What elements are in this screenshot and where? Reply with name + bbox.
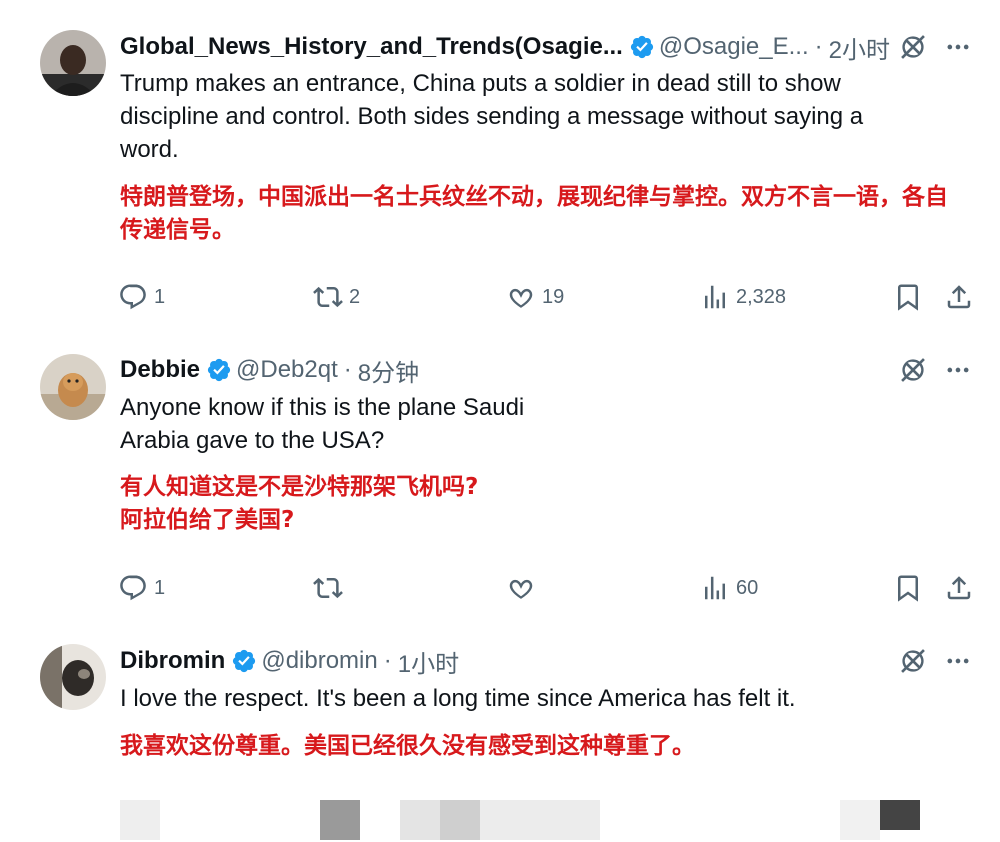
more-icon[interactable]: [944, 355, 972, 385]
avatar-image: [40, 354, 106, 420]
retweet-button[interactable]: 2: [313, 280, 360, 314]
avatar[interactable]: [40, 354, 106, 420]
tweet-translation: 特朗普登场，中国派出一名士兵纹丝不动，展现纪律与掌控。双方不言一语，各自传递信号…: [120, 184, 948, 243]
tweet-text: Anyone know if this is the plane Saudi A…: [120, 391, 920, 457]
share-button[interactable]: [944, 280, 974, 314]
more-icon[interactable]: [944, 646, 972, 676]
views-icon: [700, 573, 730, 603]
avatar-image: [40, 644, 106, 710]
tweet-translation: 我喜欢这份尊重。美国已经很久没有感受到这种尊重了。: [120, 733, 695, 759]
more-icon[interactable]: [944, 32, 972, 62]
tweet-translation-line: 阿拉伯给了美国?: [120, 507, 295, 533]
timestamp[interactable]: 1小时: [398, 644, 459, 679]
display-name[interactable]: Debbie: [120, 356, 200, 384]
grok-icon[interactable]: [898, 32, 928, 62]
reply-count: 1: [154, 285, 166, 308]
retweet-icon: [313, 573, 343, 603]
separator-dot: ·: [814, 33, 823, 60]
tweet-text: Trump makes an entrance, China puts a so…: [120, 70, 864, 163]
verified-badge-icon: [231, 648, 257, 674]
views-count: 60: [736, 576, 759, 599]
bookmark-icon: [893, 282, 923, 312]
tweet-translation: 有人知道这是不是沙特那架飞机吗? 阿拉伯给了美国?: [120, 471, 960, 537]
avatar-image: [40, 30, 106, 96]
tweet-translation-line: 有人知道这是不是沙特那架飞机吗?: [120, 474, 479, 500]
tweet-text-line: Arabia gave to the USA?: [120, 427, 385, 454]
blurred-content-strip: [0, 800, 1000, 840]
views-count: 2,328: [736, 285, 787, 308]
user-handle[interactable]: @dibromin: [261, 647, 377, 675]
avatar[interactable]: [40, 644, 106, 710]
display-name[interactable]: Global_News_History_and_Trends(Osagie...: [120, 33, 623, 61]
verified-badge-icon: [629, 34, 655, 60]
share-icon: [944, 573, 974, 603]
reply-icon: [118, 573, 148, 603]
retweet-count: 2: [349, 285, 361, 308]
user-handle[interactable]: @Osagie_E...: [659, 33, 809, 61]
like-icon: [506, 573, 536, 603]
reply-count: 1: [154, 576, 166, 599]
separator-dot: ·: [383, 647, 392, 674]
bookmark-button[interactable]: [893, 571, 923, 605]
avatar[interactable]: [40, 30, 106, 96]
like-count: 19: [542, 285, 565, 308]
grok-icon[interactable]: [898, 355, 928, 385]
views-icon: [700, 282, 730, 312]
grok-icon[interactable]: [898, 646, 928, 676]
retweet-button[interactable]: [313, 571, 349, 605]
tweet-text-line: Anyone know if this is the plane Saudi: [120, 394, 525, 421]
like-button[interactable]: 19: [506, 280, 564, 314]
like-icon: [506, 282, 536, 312]
verified-badge-icon: [206, 357, 232, 383]
tweet-osagie[interactable]: Global_News_History_and_Trends(Osagie...…: [0, 0, 1000, 340]
tweet-debbie[interactable]: Debbie @Deb2qt · 8分钟 Anyone know if this…: [0, 340, 1000, 630]
user-handle[interactable]: @Deb2qt: [236, 356, 338, 384]
timestamp[interactable]: 2小时: [829, 30, 890, 65]
reply-button[interactable]: 1: [118, 280, 165, 314]
timestamp[interactable]: 8分钟: [358, 353, 419, 388]
tweet-header: Global_News_History_and_Trends(Osagie...…: [120, 30, 890, 65]
tweet-header: Dibromin @dibromin · 1小时: [120, 644, 459, 679]
share-button[interactable]: [944, 571, 974, 605]
tweet-actions: 1 60: [0, 571, 1000, 605]
bookmark-icon: [893, 573, 923, 603]
tweet-header: Debbie @Deb2qt · 8分钟: [120, 353, 419, 388]
tweet-text: I love the respect. It's been a long tim…: [120, 685, 796, 712]
retweet-icon: [313, 282, 343, 312]
reply-icon: [118, 282, 148, 312]
like-button[interactable]: [506, 571, 542, 605]
bookmark-button[interactable]: [893, 280, 923, 314]
display-name[interactable]: Dibromin: [120, 647, 225, 675]
views-button[interactable]: 60: [700, 571, 758, 605]
tweet-actions: 1 2 19 2,328: [0, 280, 1000, 314]
separator-dot: ·: [343, 356, 352, 383]
tweet-dibromin[interactable]: Dibromin @dibromin · 1小时 I love the resp…: [0, 630, 1000, 800]
views-button[interactable]: 2,328: [700, 280, 786, 314]
reply-button[interactable]: 1: [118, 571, 165, 605]
share-icon: [944, 282, 974, 312]
